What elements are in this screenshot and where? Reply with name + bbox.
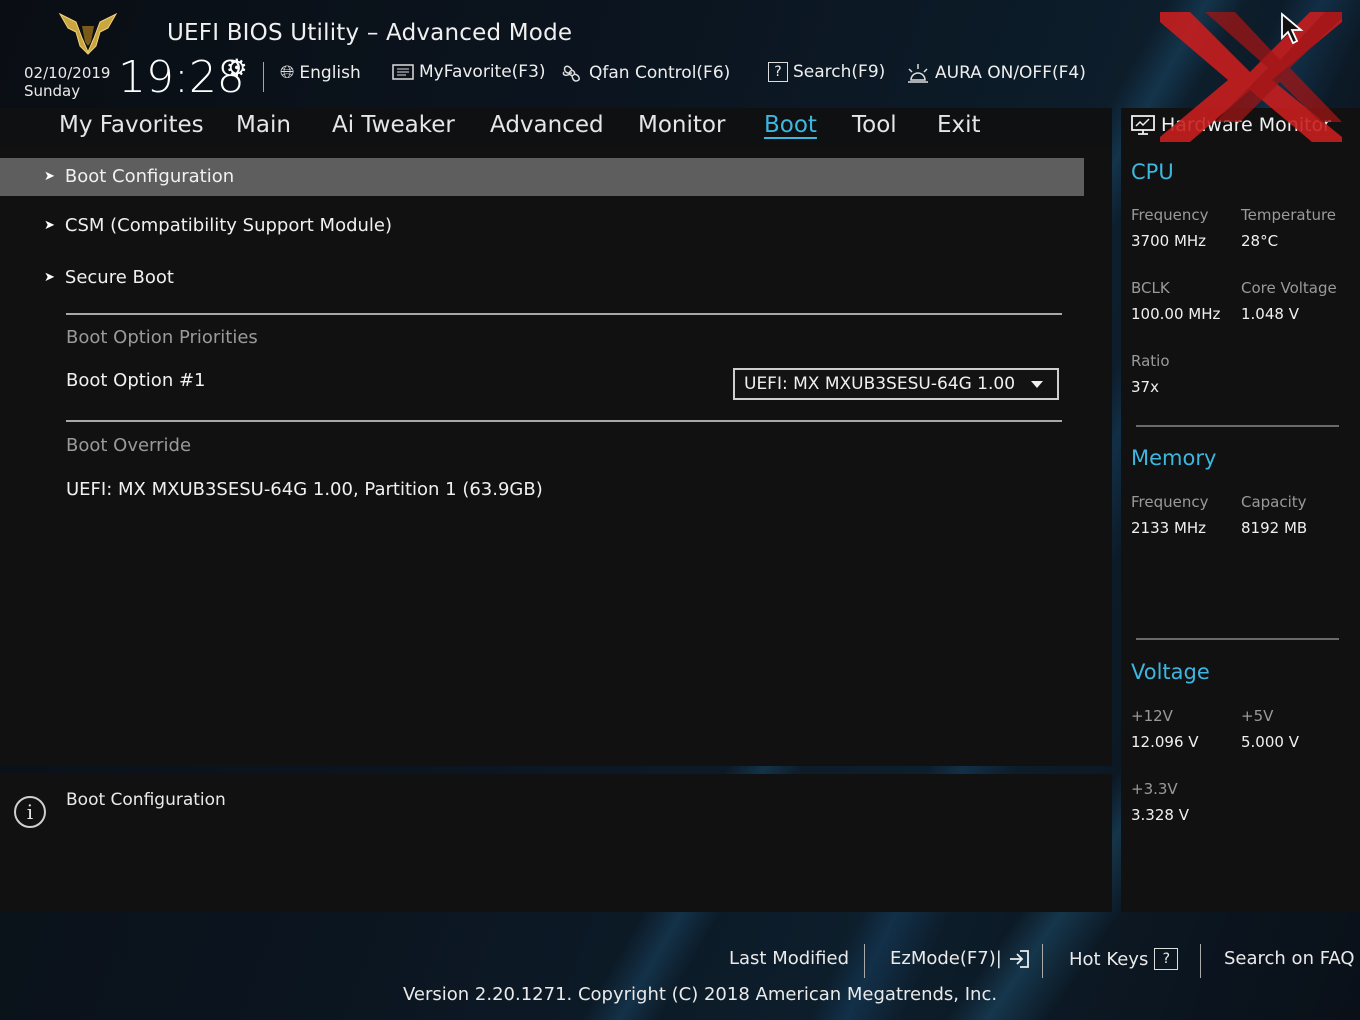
day: Sunday xyxy=(24,82,81,100)
ratio-label: Ratio xyxy=(1131,352,1170,370)
tab-ai-tweaker[interactable]: Ai Tweaker xyxy=(332,112,455,138)
last-modified-button[interactable]: Last Modified xyxy=(729,948,849,969)
v12-value: 12.096 V xyxy=(1131,733,1199,751)
menu-label: CSM (Compatibility Support Module) xyxy=(64,215,393,236)
chevron-down-icon xyxy=(1031,381,1043,388)
help-icon: ? xyxy=(1154,948,1179,970)
divider xyxy=(263,62,264,92)
boot-option-1-label: Boot Option #1 xyxy=(66,370,206,391)
core-voltage-value: 1.048 V xyxy=(1241,305,1299,323)
memory-frequency-value: 2133 MHz xyxy=(1131,519,1207,537)
boot-panel: ➤ Boot Configuration ➤ CSM (Compatibilit… xyxy=(0,148,1112,766)
cpu-frequency-value: 3700 MHz xyxy=(1131,232,1207,250)
divider xyxy=(1042,944,1043,978)
header: UEFI BIOS Utility – Advanced Mode 02/10/… xyxy=(0,0,1360,108)
v5-label: +5V xyxy=(1241,707,1274,725)
language-button[interactable]: 🌐︎ English xyxy=(280,62,361,83)
monitor-icon xyxy=(1131,115,1155,135)
menu-csm[interactable]: ➤ CSM (Compatibility Support Module) xyxy=(44,215,392,236)
fan-icon xyxy=(562,65,580,82)
menu-label: Secure Boot xyxy=(64,267,174,288)
footer: Last Modified EzMode(F7)| Hot Keys ? Sea… xyxy=(0,912,1360,1020)
ezmode-button[interactable]: EzMode(F7)| xyxy=(890,948,1030,969)
v33-value: 3.328 V xyxy=(1131,806,1189,824)
my-favorite-button[interactable]: MyFavorite(F3) xyxy=(392,62,546,82)
tuf-logo-icon xyxy=(58,12,118,55)
voltage-heading: Voltage xyxy=(1131,660,1210,684)
tab-advanced[interactable]: Advanced xyxy=(490,112,604,138)
memory-frequency-label: Frequency xyxy=(1131,493,1209,511)
cpu-frequency-label: Frequency xyxy=(1131,206,1209,224)
menu-secure-boot[interactable]: ➤ Secure Boot xyxy=(44,267,174,288)
menu-label: Boot Configuration xyxy=(64,166,235,187)
app-title: UEFI BIOS Utility – Advanced Mode xyxy=(167,20,573,46)
search-button[interactable]: ? Search(F9) xyxy=(768,62,885,82)
hot-keys-label: Hot Keys xyxy=(1069,948,1149,970)
v33-label: +3.3V xyxy=(1131,780,1178,798)
search-faq-button[interactable]: Search on FAQ xyxy=(1224,948,1355,969)
boot-override-heading: Boot Override xyxy=(66,435,192,456)
chevron-right-icon: ➤ xyxy=(44,218,55,233)
tab-main[interactable]: Main xyxy=(236,112,291,138)
search-faq-label: Search on FAQ xyxy=(1224,948,1355,969)
chevron-right-icon: ➤ xyxy=(44,169,55,184)
globe-icon: 🌐︎ xyxy=(280,62,295,83)
tab-tool[interactable]: Tool xyxy=(852,112,897,138)
watermark-logo xyxy=(1160,12,1342,142)
tab-boot[interactable]: Boot xyxy=(764,112,817,138)
memory-capacity-label: Capacity xyxy=(1241,493,1307,511)
cpu-temperature-label: Temperature xyxy=(1241,206,1337,224)
help-text: Boot Configuration xyxy=(66,790,226,810)
divider xyxy=(66,313,1062,315)
memory-heading: Memory xyxy=(1131,446,1217,470)
search-label: Search(F9) xyxy=(793,62,886,82)
language-label: English xyxy=(299,62,361,83)
boot-option-priorities-heading: Boot Option Priorities xyxy=(66,327,258,348)
divider xyxy=(1136,638,1339,640)
my-favorite-label: MyFavorite(F3) xyxy=(419,62,546,82)
tab-monitor[interactable]: Monitor xyxy=(638,112,725,138)
menu-boot-configuration[interactable]: ➤ Boot Configuration xyxy=(44,166,234,187)
cpu-heading: CPU xyxy=(1131,160,1174,184)
info-icon: i xyxy=(14,796,46,828)
ezmode-label: EzMode(F7)| xyxy=(890,948,1002,969)
favorite-list-icon xyxy=(392,64,414,80)
ratio-value: 37x xyxy=(1131,378,1159,396)
cursor-icon xyxy=(1281,12,1304,45)
hardware-monitor-panel: Hardware Monitor CPU Frequency Temperatu… xyxy=(1121,108,1360,912)
chevron-right-icon: ➤ xyxy=(44,270,55,285)
help-icon: ? xyxy=(768,62,788,82)
divider xyxy=(1136,425,1339,427)
tab-my-favorites[interactable]: My Favorites xyxy=(59,112,204,138)
date: 02/10/2019 xyxy=(24,64,111,82)
qfan-control-button[interactable]: Qfan Control(F6) xyxy=(560,62,730,84)
v12-label: +12V xyxy=(1131,707,1173,725)
hot-keys-button[interactable]: Hot Keys ? xyxy=(1069,948,1179,970)
core-voltage-label: Core Voltage xyxy=(1241,279,1337,297)
divider xyxy=(66,420,1062,422)
divider xyxy=(1200,944,1201,978)
gear-icon[interactable]: ⚙ xyxy=(226,54,248,82)
boot-override-item[interactable]: UEFI: MX MXUB3SESU-64G 1.00, Partition 1… xyxy=(66,479,543,500)
aura-label: AURA ON/OFF(F4) xyxy=(935,63,1086,83)
memory-capacity-value: 8192 MB xyxy=(1241,519,1308,537)
v5-value: 5.000 V xyxy=(1241,733,1299,751)
tab-exit[interactable]: Exit xyxy=(937,112,981,138)
boot-option-1-value: UEFI: MX MXUB3SESU-64G 1.00, xyxy=(744,374,1014,394)
help-info-bar: i Boot Configuration xyxy=(0,774,1112,912)
last-modified-label: Last Modified xyxy=(729,948,850,969)
divider xyxy=(864,944,865,978)
bclk-value: 100.00 MHz xyxy=(1131,305,1221,323)
bclk-label: BCLK xyxy=(1131,279,1170,297)
nav-tabs: My Favorites Main Ai Tweaker Advanced Mo… xyxy=(0,108,1112,148)
exit-arrow-icon xyxy=(1009,949,1029,968)
boot-option-1-select[interactable]: UEFI: MX MXUB3SESU-64G 1.00, xyxy=(733,368,1059,400)
aura-toggle-button[interactable]: AURA ON/OFF(F4) xyxy=(906,62,1086,84)
version-text: Version 2.20.1271. Copyright (C) 2018 Am… xyxy=(403,984,998,1005)
cpu-temperature-value: 28°C xyxy=(1241,232,1279,250)
qfan-label: Qfan Control(F6) xyxy=(589,63,731,83)
aura-light-icon xyxy=(908,64,928,83)
